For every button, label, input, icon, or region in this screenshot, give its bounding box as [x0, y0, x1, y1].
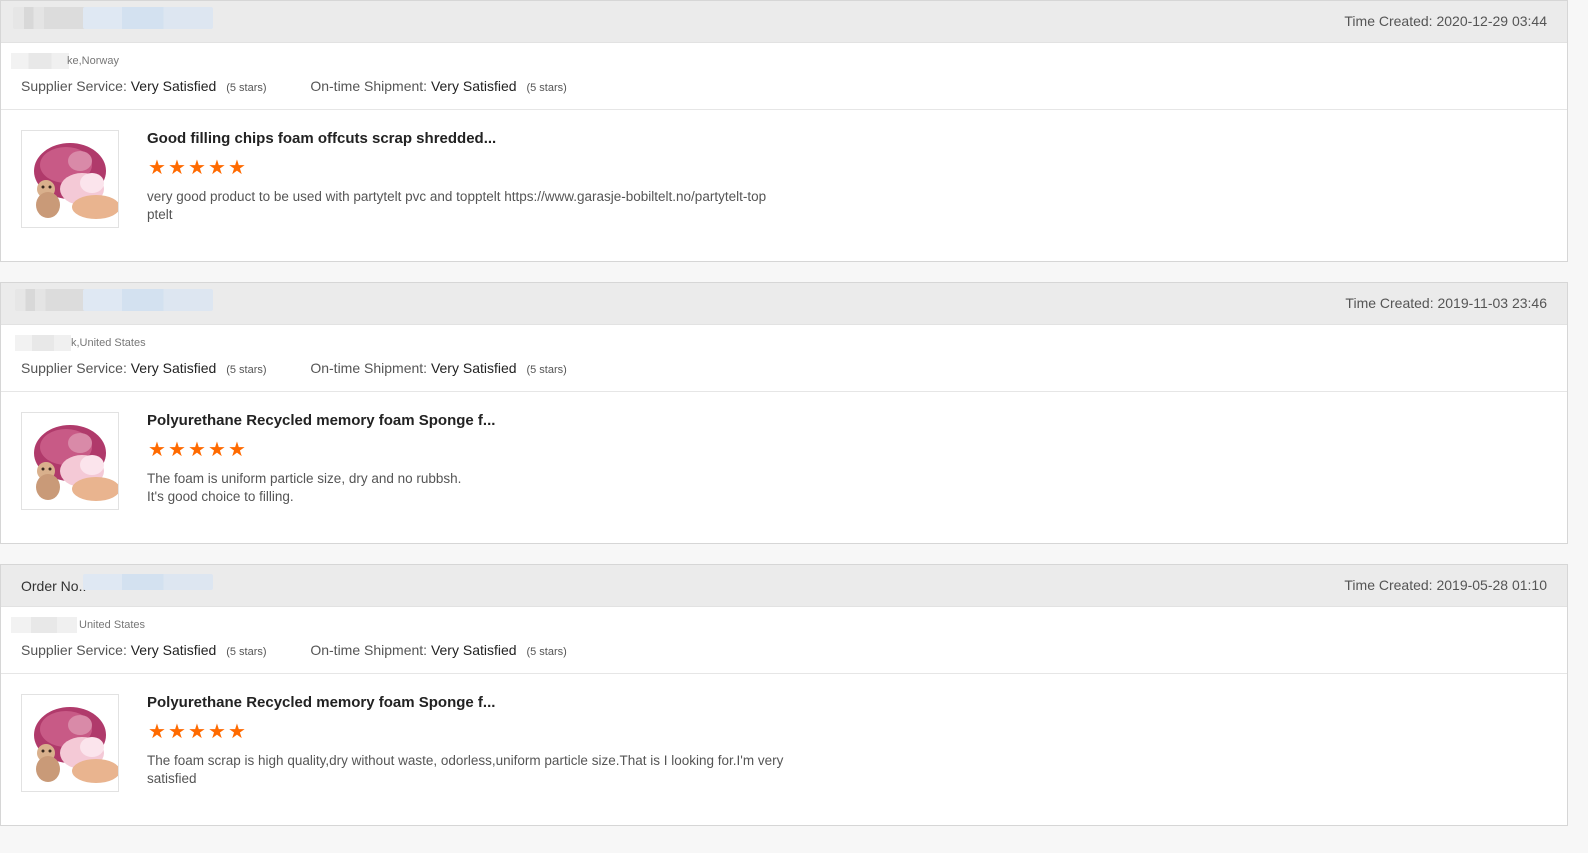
masked-order-number	[15, 289, 91, 311]
product-thumbnail[interactable]	[21, 694, 119, 792]
reviewed-product: Polyurethane Recycled memory foam Sponge…	[1, 674, 1567, 826]
star-icon: ★	[168, 439, 186, 461]
review-card: Time Created: 2019-11-03 23:46 k,United …	[0, 282, 1568, 544]
review-text: very good product to be used with partyt…	[147, 189, 767, 222]
ontime-shipment-value: Very Satisfied	[430, 360, 517, 376]
masked-order-number	[83, 7, 213, 29]
buyer-location: United States	[79, 619, 146, 631]
product-title[interactable]: Polyurethane Recycled memory foam Sponge…	[147, 412, 495, 429]
star-icon: ★	[148, 439, 166, 461]
masked-buyer-name	[11, 53, 69, 69]
masked-order-number	[83, 574, 213, 590]
ratings-row: Supplier Service: Very Satisfied (5 star…	[21, 642, 567, 658]
ontime-shipment-value: Very Satisfied	[430, 78, 517, 94]
star-icon: ★	[188, 721, 206, 743]
product-thumbnail-image	[22, 131, 118, 227]
review-meta: k,United States Supplier Service: Very S…	[1, 325, 1567, 392]
review-header: Time Created: 2019-11-03 23:46	[1, 283, 1567, 325]
star-icon: ★	[168, 157, 186, 179]
time-created: Time Created: 2019-05-28 01:10	[1344, 577, 1547, 593]
ontime-shipment-stars: (5 stars)	[526, 364, 567, 376]
time-created: Time Created: 2019-11-03 23:46	[1345, 295, 1547, 311]
ontime-shipment-stars: (5 stars)	[526, 646, 567, 658]
product-title[interactable]: Polyurethane Recycled memory foam Sponge…	[147, 694, 495, 711]
review-meta: ke,Norway Supplier Service: Very Satisfi…	[1, 43, 1567, 110]
supplier-service-value: Very Satisfied	[130, 642, 217, 658]
product-rating-stars: ★ ★ ★ ★ ★	[147, 721, 247, 743]
buyer-location: ke,Norway	[67, 55, 119, 67]
star-icon: ★	[228, 157, 246, 179]
masked-order-number	[13, 7, 91, 29]
ontime-shipment-value: Very Satisfied	[430, 642, 517, 658]
ratings-row: Supplier Service: Very Satisfied (5 star…	[21, 360, 567, 376]
star-icon: ★	[188, 439, 206, 461]
star-icon: ★	[188, 157, 206, 179]
supplier-service-stars: (5 stars)	[226, 646, 267, 658]
supplier-service-stars: (5 stars)	[226, 82, 267, 94]
masked-buyer-name	[15, 335, 71, 351]
star-icon: ★	[228, 439, 246, 461]
star-icon: ★	[148, 721, 166, 743]
review-card: Order No.: Time Created: 2019-05-28 01:1…	[0, 564, 1568, 826]
review-header: Time Created: 2020-12-29 03:44	[1, 1, 1567, 43]
review-header: Order No.: Time Created: 2019-05-28 01:1…	[1, 565, 1567, 607]
star-icon: ★	[168, 721, 186, 743]
time-created: Time Created: 2020-12-29 03:44	[1344, 13, 1547, 29]
star-icon: ★	[228, 721, 246, 743]
supplier-service-value: Very Satisfied	[130, 360, 217, 376]
star-icon: ★	[208, 157, 226, 179]
reviewed-product: Polyurethane Recycled memory foam Sponge…	[1, 392, 1567, 544]
product-thumbnail-image	[22, 413, 118, 509]
product-thumbnail[interactable]	[21, 412, 119, 510]
product-rating-stars: ★ ★ ★ ★ ★	[147, 157, 247, 179]
product-thumbnail-image	[22, 695, 118, 791]
ontime-shipment-label: On-time Shipment:	[310, 642, 428, 658]
review-text: The foam scrap is high quality,dry witho…	[147, 753, 784, 786]
ontime-shipment-label: On-time Shipment:	[310, 78, 428, 94]
star-icon: ★	[208, 721, 226, 743]
masked-buyer-name	[11, 617, 77, 633]
ratings-row: Supplier Service: Very Satisfied (5 star…	[21, 78, 567, 94]
masked-order-number	[83, 289, 213, 311]
reviewed-product: Good filling chips foam offcuts scrap sh…	[1, 110, 1567, 262]
star-icon: ★	[148, 157, 166, 179]
star-icon: ★	[208, 439, 226, 461]
ontime-shipment-stars: (5 stars)	[526, 82, 567, 94]
supplier-service-value: Very Satisfied	[130, 78, 217, 94]
product-thumbnail[interactable]	[21, 130, 119, 228]
supplier-service-label: Supplier Service:	[21, 78, 127, 94]
ontime-shipment-label: On-time Shipment:	[310, 360, 428, 376]
buyer-location: k,United States	[71, 337, 146, 349]
order-number-label: Order No.:	[21, 578, 87, 594]
review-card: Time Created: 2020-12-29 03:44 ke,Norway…	[0, 0, 1568, 262]
review-text: The foam is uniform particle size, dry a…	[147, 471, 462, 504]
review-meta: United States Supplier Service: Very Sat…	[1, 607, 1567, 674]
supplier-service-label: Supplier Service:	[21, 642, 127, 658]
product-rating-stars: ★ ★ ★ ★ ★	[147, 439, 247, 461]
supplier-service-stars: (5 stars)	[226, 364, 267, 376]
product-title[interactable]: Good filling chips foam offcuts scrap sh…	[147, 130, 496, 147]
supplier-service-label: Supplier Service:	[21, 360, 127, 376]
